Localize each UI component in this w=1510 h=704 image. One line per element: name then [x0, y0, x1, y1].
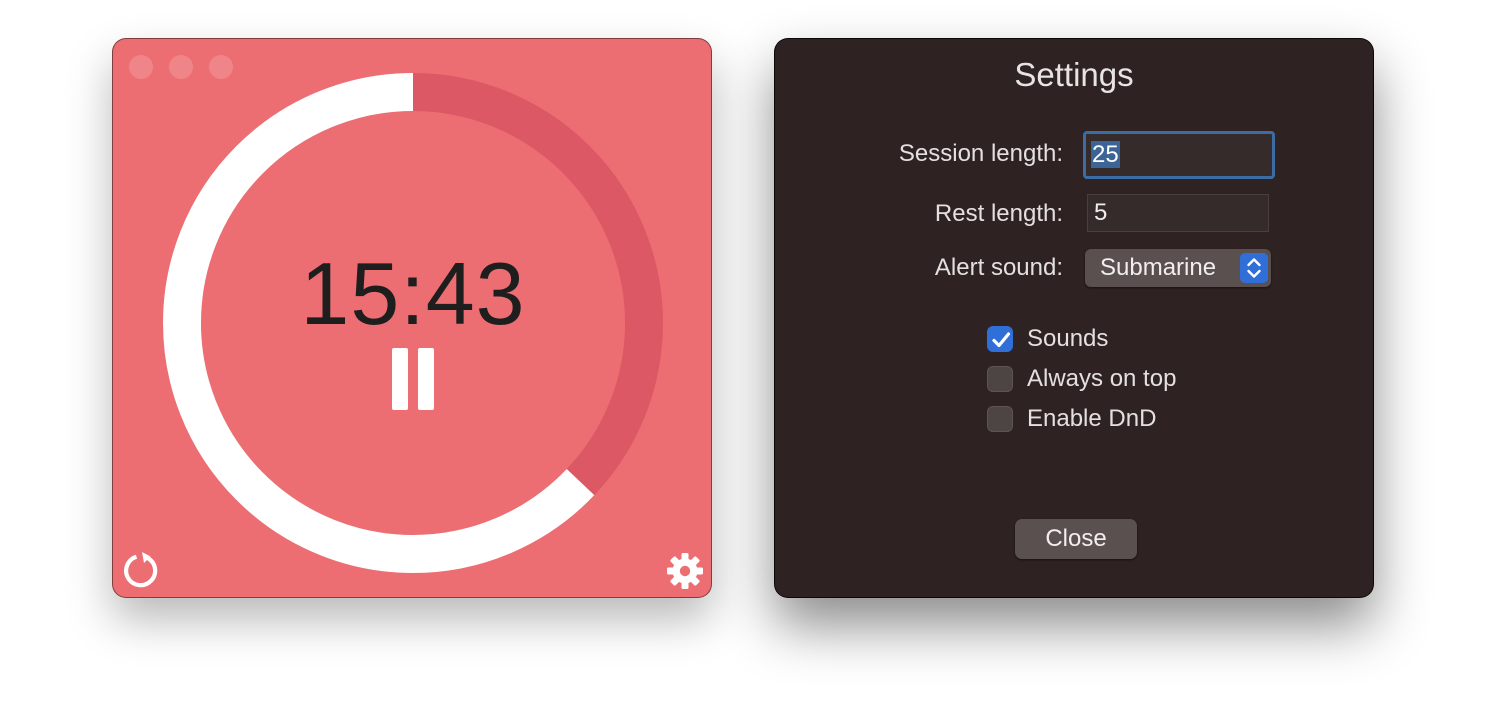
- alert-sound-value: Submarine: [1100, 254, 1217, 281]
- settings-title: Settings: [1014, 56, 1134, 93]
- sounds-checkbox[interactable]: [987, 326, 1013, 352]
- checkmark-icon: [992, 332, 1011, 348]
- rest-length-field[interactable]: 5: [1087, 194, 1269, 232]
- reset-icon: [124, 552, 158, 588]
- always-on-top-option[interactable]: Always on top: [987, 364, 1176, 394]
- close-button[interactable]: Close: [1015, 519, 1137, 559]
- time-display: 15:43: [300, 244, 526, 343]
- alert-sound-label: Alert sound:: [934, 254, 1063, 281]
- sounds-option[interactable]: Sounds: [987, 324, 1108, 354]
- chevron-up-down-icon: [1240, 253, 1268, 283]
- settings-window: Settings Session length: 25 Rest length:…: [774, 38, 1374, 598]
- always-on-top-label: Always on top: [1027, 365, 1177, 392]
- session-length-value: 25: [1091, 141, 1120, 168]
- always-on-top-checkbox[interactable]: [987, 366, 1013, 392]
- settings-button[interactable]: [665, 551, 705, 591]
- reset-button[interactable]: [121, 551, 161, 591]
- sounds-label: Sounds: [1027, 325, 1109, 352]
- rest-length-label: Rest length:: [934, 200, 1063, 227]
- session-length-label: Session length:: [898, 140, 1063, 167]
- enable-dnd-option[interactable]: Enable DnD: [987, 404, 1156, 434]
- rest-length-value: 5: [1094, 199, 1108, 226]
- gear-icon: [667, 553, 703, 589]
- enable-dnd-checkbox[interactable]: [987, 406, 1013, 432]
- desktop: 15:43 Settings Session length: 25 Rest l…: [0, 0, 1510, 704]
- session-length-field[interactable]: 25: [1083, 131, 1275, 179]
- pause-button[interactable]: [390, 348, 436, 410]
- enable-dnd-label: Enable DnD: [1027, 405, 1157, 432]
- timer-window: 15:43: [112, 38, 712, 598]
- alert-sound-select[interactable]: Submarine: [1085, 249, 1271, 287]
